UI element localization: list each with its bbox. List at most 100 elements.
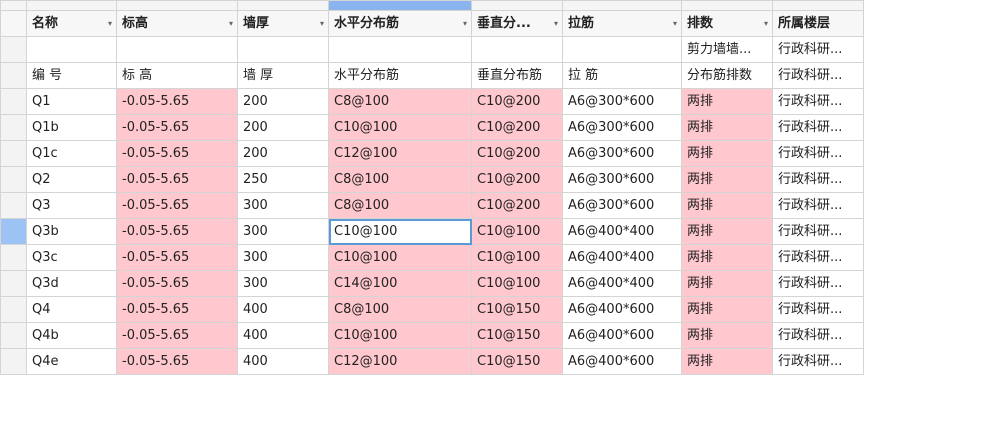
grid-cell[interactable]: A6@400*600 (562, 348, 682, 375)
filter-dropdown-icon[interactable]: ▾ (554, 12, 558, 36)
grid-cell[interactable]: C10@100 (328, 322, 472, 349)
row-header[interactable] (0, 62, 27, 89)
column-header[interactable]: 水平分布筋 ▾ (328, 10, 472, 37)
grid-cell[interactable]: C12@100 (328, 140, 472, 167)
grid-cell[interactable]: -0.05-5.65 (116, 192, 238, 219)
grid-cell[interactable]: 行政科研... (772, 270, 864, 297)
grid-cell[interactable]: -0.05-5.65 (116, 244, 238, 271)
grid-cell[interactable] (116, 36, 238, 63)
column-letter-7[interactable] (772, 0, 864, 11)
grid-cell[interactable]: C10@200 (471, 192, 563, 219)
grid-cell[interactable]: 两排 (681, 192, 773, 219)
grid-cell[interactable]: A6@400*600 (562, 322, 682, 349)
grid-cell[interactable]: 400 (237, 296, 329, 323)
column-letter-2[interactable] (237, 0, 329, 11)
grid-cell[interactable]: 拉 筋 (562, 62, 682, 89)
grid-cell[interactable]: -0.05-5.65 (116, 348, 238, 375)
column-letter-6[interactable] (681, 0, 773, 11)
grid-cell[interactable]: C8@100 (328, 192, 472, 219)
filter-dropdown-icon[interactable]: ▾ (764, 12, 768, 36)
filter-dropdown-icon[interactable]: ▾ (673, 12, 677, 36)
grid-cell[interactable]: C10@100 (471, 244, 563, 271)
grid-cell[interactable] (328, 36, 472, 63)
grid-cell[interactable]: -0.05-5.65 (116, 114, 238, 141)
grid-cell[interactable]: A6@400*400 (562, 270, 682, 297)
column-letter-5[interactable] (562, 0, 682, 11)
row-header[interactable] (0, 244, 27, 271)
grid-cell[interactable]: Q1c (26, 140, 117, 167)
grid-cell[interactable]: A6@400*400 (562, 218, 682, 245)
grid-cell[interactable]: 行政科研... (772, 88, 864, 115)
grid-cell[interactable]: 300 (237, 218, 329, 245)
column-header[interactable]: 墙厚 ▾ (237, 10, 329, 37)
grid-cell[interactable]: C8@100 (328, 88, 472, 115)
grid-cell[interactable] (471, 36, 563, 63)
column-header[interactable]: 标高 ▾ (116, 10, 238, 37)
grid-cell[interactable]: Q4 (26, 296, 117, 323)
grid-cell[interactable]: Q3c (26, 244, 117, 271)
grid-cell[interactable]: C8@100 (328, 166, 472, 193)
grid-cell[interactable]: -0.05-5.65 (116, 218, 238, 245)
grid-cell[interactable]: 水平分布筋 (328, 62, 472, 89)
grid-cell[interactable]: C10@150 (471, 296, 563, 323)
grid-cell[interactable]: 行政科研... (772, 166, 864, 193)
column-header[interactable]: 所属楼层 (772, 10, 864, 37)
row-header[interactable] (0, 322, 27, 349)
grid-cell[interactable]: 行政科研... (772, 244, 864, 271)
grid-cell[interactable]: C10@200 (471, 88, 563, 115)
column-letter-0[interactable] (26, 0, 117, 11)
grid-cell[interactable]: C10@100 (328, 244, 472, 271)
grid-cell[interactable]: -0.05-5.65 (116, 322, 238, 349)
filter-dropdown-icon[interactable]: ▾ (229, 12, 233, 36)
column-letter-4[interactable] (471, 0, 563, 11)
grid-cell[interactable]: 两排 (681, 166, 773, 193)
row-header[interactable] (0, 270, 27, 297)
grid-cell[interactable]: Q2 (26, 166, 117, 193)
grid-cell[interactable]: A6@300*600 (562, 140, 682, 167)
grid-cell[interactable]: Q3 (26, 192, 117, 219)
grid-cell[interactable]: Q1b (26, 114, 117, 141)
grid-cell[interactable]: 200 (237, 88, 329, 115)
grid-cell[interactable]: C10@200 (471, 140, 563, 167)
grid-cell[interactable]: 行政科研... (772, 62, 864, 89)
column-header[interactable]: 排数 ▾ (681, 10, 773, 37)
column-header[interactable]: 垂直分... ▾ (471, 10, 563, 37)
column-letter-1[interactable] (116, 0, 238, 11)
grid-cell[interactable]: 两排 (681, 140, 773, 167)
grid-cell[interactable]: 两排 (681, 114, 773, 141)
row-header[interactable] (0, 10, 27, 37)
grid-cell[interactable]: 剪力墙墙... (681, 36, 773, 63)
grid-cell[interactable]: 墙 厚 (237, 62, 329, 89)
grid-cell[interactable]: Q3d (26, 270, 117, 297)
grid-cell[interactable]: 编 号 (26, 62, 117, 89)
column-header[interactable]: 拉筋 ▾ (562, 10, 682, 37)
corner-cell[interactable] (0, 0, 27, 11)
filter-dropdown-icon[interactable]: ▾ (108, 12, 112, 36)
grid-cell[interactable] (26, 36, 117, 63)
grid-cell[interactable]: 两排 (681, 322, 773, 349)
grid-cell[interactable]: 行政科研... (772, 36, 864, 63)
grid-cell[interactable]: A6@300*600 (562, 114, 682, 141)
grid-cell[interactable]: 300 (237, 244, 329, 271)
active-cell[interactable]: C10@100 (328, 218, 472, 245)
grid-cell[interactable]: 分布筋排数 (681, 62, 773, 89)
row-header[interactable] (0, 114, 27, 141)
grid-cell[interactable]: -0.05-5.65 (116, 270, 238, 297)
grid-cell[interactable]: A6@300*600 (562, 192, 682, 219)
grid-cell[interactable]: Q4b (26, 322, 117, 349)
grid-cell[interactable]: 200 (237, 140, 329, 167)
grid-cell[interactable]: C10@150 (471, 348, 563, 375)
grid-cell[interactable]: C8@100 (328, 296, 472, 323)
grid-cell[interactable]: Q1 (26, 88, 117, 115)
grid-cell[interactable]: 300 (237, 192, 329, 219)
grid-cell[interactable]: 两排 (681, 244, 773, 271)
grid-cell[interactable]: 两排 (681, 348, 773, 375)
row-header[interactable] (0, 166, 27, 193)
grid-cell[interactable]: C10@200 (471, 114, 563, 141)
grid-cell[interactable]: 行政科研... (772, 296, 864, 323)
column-header[interactable]: 名称 ▾ (26, 10, 117, 37)
row-header[interactable] (0, 88, 27, 115)
grid-cell[interactable]: -0.05-5.65 (116, 140, 238, 167)
row-header[interactable] (0, 192, 27, 219)
grid-cell[interactable]: 行政科研... (772, 192, 864, 219)
